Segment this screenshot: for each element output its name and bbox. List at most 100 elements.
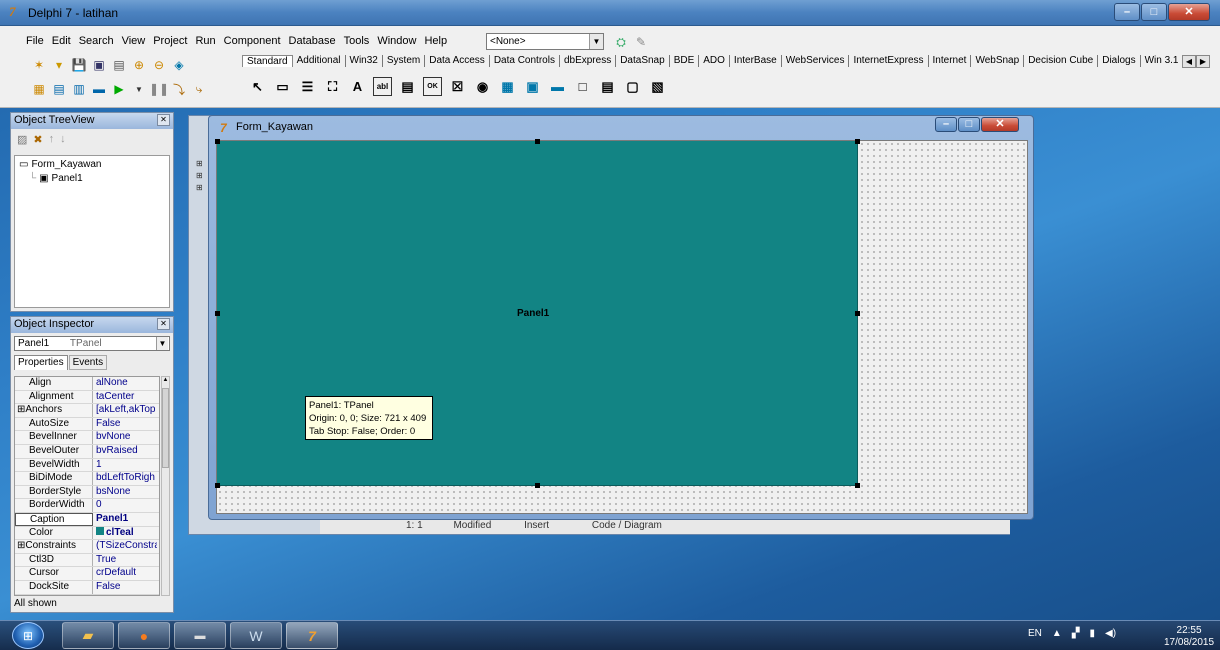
arrow-up-icon[interactable]: ↑ bbox=[49, 133, 55, 147]
palette-tab[interactable]: InternetExpress bbox=[849, 55, 929, 67]
menu-file[interactable]: File bbox=[22, 33, 48, 49]
property-value[interactable]: crDefault bbox=[93, 567, 157, 580]
scrollbar-component-icon[interactable]: ▬ bbox=[548, 77, 567, 96]
menu-tools[interactable]: Tools bbox=[340, 33, 374, 49]
property-row[interactable]: BevelWidth 1 bbox=[15, 458, 159, 473]
menu-window[interactable]: Window bbox=[373, 33, 420, 49]
pause-icon[interactable]: ❚❚ bbox=[149, 80, 169, 98]
taskbar-cmd[interactable]: ▬ bbox=[174, 622, 226, 649]
run-icon[interactable]: ▶ bbox=[110, 80, 128, 98]
listbox-component-icon[interactable]: ▦ bbox=[498, 77, 517, 96]
property-value[interactable]: False bbox=[93, 418, 157, 431]
radiobutton-component-icon[interactable]: ◉ bbox=[473, 77, 492, 96]
selection-handle[interactable] bbox=[535, 139, 540, 144]
property-row[interactable]: ⊞Anchors [akLeft,akTop bbox=[15, 404, 159, 418]
actionlist-component-icon[interactable]: ▧ bbox=[648, 77, 667, 96]
palette-tab[interactable]: dbExpress bbox=[560, 55, 617, 67]
palette-tab[interactable]: Dialogs bbox=[1098, 55, 1141, 67]
property-value[interactable]: bdLeftToRigh bbox=[93, 472, 157, 485]
object-selector[interactable]: Panel1 TPanel ▼ bbox=[14, 336, 170, 351]
palette-tab[interactable]: Decision Cube bbox=[1024, 55, 1099, 67]
popupmenu-component-icon[interactable]: ⛶ bbox=[323, 77, 342, 96]
maximize-button[interactable]: □ bbox=[1141, 3, 1167, 21]
open-icon[interactable]: ▾ bbox=[50, 56, 68, 74]
checkbox-component-icon[interactable]: ☒ bbox=[448, 77, 467, 96]
property-row[interactable]: BorderWidth 0 bbox=[15, 499, 159, 513]
mainmenu-component-icon[interactable]: ☰ bbox=[298, 77, 317, 96]
property-row[interactable]: BevelInner bvNone bbox=[15, 431, 159, 445]
property-row[interactable]: BorderStyle bsNone bbox=[15, 485, 159, 500]
language-indicator[interactable]: EN bbox=[1028, 628, 1042, 639]
signal-icon[interactable]: ▮ bbox=[1090, 628, 1096, 639]
new-form-icon[interactable]: ▬ bbox=[90, 80, 108, 98]
palette-tab[interactable]: Standard bbox=[242, 55, 293, 67]
selection-handle[interactable] bbox=[215, 483, 220, 488]
memo-component-icon[interactable]: ▤ bbox=[398, 77, 417, 96]
property-value[interactable]: True bbox=[93, 554, 157, 567]
property-row[interactable]: Align alNone bbox=[15, 377, 159, 391]
palette-tab[interactable]: Additional bbox=[293, 55, 346, 67]
property-value[interactable]: bvNone bbox=[93, 431, 157, 444]
property-value[interactable]: (TSizeConstra bbox=[93, 540, 157, 553]
desktop-layout-combo[interactable]: <None> ▼ bbox=[486, 33, 604, 50]
save-icon[interactable]: 💾 bbox=[70, 56, 88, 74]
selection-handle[interactable] bbox=[855, 139, 860, 144]
expand-icon[interactable]: ⊞ bbox=[196, 170, 206, 182]
arrow-down-icon[interactable]: ↓ bbox=[60, 133, 66, 147]
property-row[interactable]: BevelOuter bvRaised bbox=[15, 444, 159, 459]
palette-tab[interactable]: Win 3.1 bbox=[1141, 55, 1184, 67]
show-hidden-icons-icon[interactable]: ▲ bbox=[1052, 628, 1062, 639]
scroll-up-icon[interactable]: ▲ bbox=[162, 377, 169, 386]
expand-icon[interactable]: ⊞ bbox=[196, 158, 206, 170]
minimize-button[interactable]: – bbox=[935, 117, 957, 132]
view-unit-icon[interactable]: ▦ bbox=[30, 80, 48, 98]
pointer-tool-icon[interactable]: ↖ bbox=[248, 77, 267, 96]
panel-component-icon[interactable]: ▢ bbox=[623, 77, 642, 96]
trace-into-icon[interactable]: ⤵ bbox=[170, 80, 188, 98]
property-value[interactable]: bsNone bbox=[93, 486, 157, 499]
palette-tab[interactable]: Data Access bbox=[425, 55, 490, 67]
property-value[interactable]: taCenter bbox=[93, 391, 157, 404]
menu-edit[interactable]: Edit bbox=[48, 33, 75, 49]
volume-icon[interactable]: ◀) bbox=[1105, 628, 1116, 639]
palette-tab[interactable]: WebServices bbox=[782, 55, 850, 67]
set-debug-desktop-icon[interactable]: ✎ bbox=[632, 33, 650, 51]
property-row[interactable]: Alignment taCenter bbox=[15, 390, 159, 405]
palette-tab[interactable]: WebSnap bbox=[971, 55, 1025, 67]
start-button[interactable]: ⊞ bbox=[12, 622, 44, 649]
edit-component-icon[interactable]: abl bbox=[373, 77, 392, 96]
property-row[interactable]: Color clTeal bbox=[15, 526, 159, 541]
palette-tab[interactable]: Internet bbox=[929, 55, 972, 67]
selection-handle[interactable] bbox=[855, 311, 860, 316]
tab-properties[interactable]: Properties bbox=[14, 355, 68, 370]
close-icon[interactable]: ✕ bbox=[157, 318, 170, 330]
selection-handle[interactable] bbox=[215, 139, 220, 144]
tab-events[interactable]: Events bbox=[68, 355, 108, 370]
taskbar-delphi[interactable]: 7 bbox=[286, 622, 338, 649]
view-form-icon[interactable]: ▤ bbox=[50, 80, 68, 98]
property-row[interactable]: Ctl3D True bbox=[15, 553, 159, 568]
groupbox-component-icon[interactable]: □ bbox=[573, 77, 592, 96]
property-row[interactable]: Cursor crDefault bbox=[15, 567, 159, 581]
menu-view[interactable]: View bbox=[118, 33, 150, 49]
property-value[interactable]: 0 bbox=[93, 499, 157, 512]
minimize-button[interactable]: – bbox=[1114, 3, 1140, 21]
palette-tab[interactable]: ADO bbox=[699, 55, 730, 67]
palette-tab[interactable]: System bbox=[383, 55, 426, 67]
run-dropdown-icon[interactable]: ▼ bbox=[130, 80, 148, 98]
frames-component-icon[interactable]: ▭ bbox=[273, 77, 292, 96]
taskbar-explorer[interactable]: ▰ bbox=[62, 622, 114, 649]
save-desktop-icon[interactable]: ⛭ bbox=[612, 33, 630, 51]
close-icon[interactable]: ✕ bbox=[157, 114, 170, 126]
selection-handle[interactable] bbox=[535, 483, 540, 488]
button-component-icon[interactable]: OK bbox=[423, 77, 442, 96]
menu-component[interactable]: Component bbox=[220, 33, 285, 49]
new-item-icon[interactable]: ▨ bbox=[17, 133, 27, 147]
label-component-icon[interactable]: A bbox=[348, 77, 367, 96]
property-value[interactable]: bvRaised bbox=[93, 445, 157, 458]
chevron-down-icon[interactable]: ▼ bbox=[589, 34, 603, 49]
save-all-icon[interactable]: ▣ bbox=[90, 56, 108, 74]
property-value[interactable]: False bbox=[93, 581, 157, 594]
add-file-icon[interactable]: ⊕ bbox=[130, 56, 148, 74]
property-row-selected[interactable]: Caption Panel1 bbox=[15, 512, 159, 527]
